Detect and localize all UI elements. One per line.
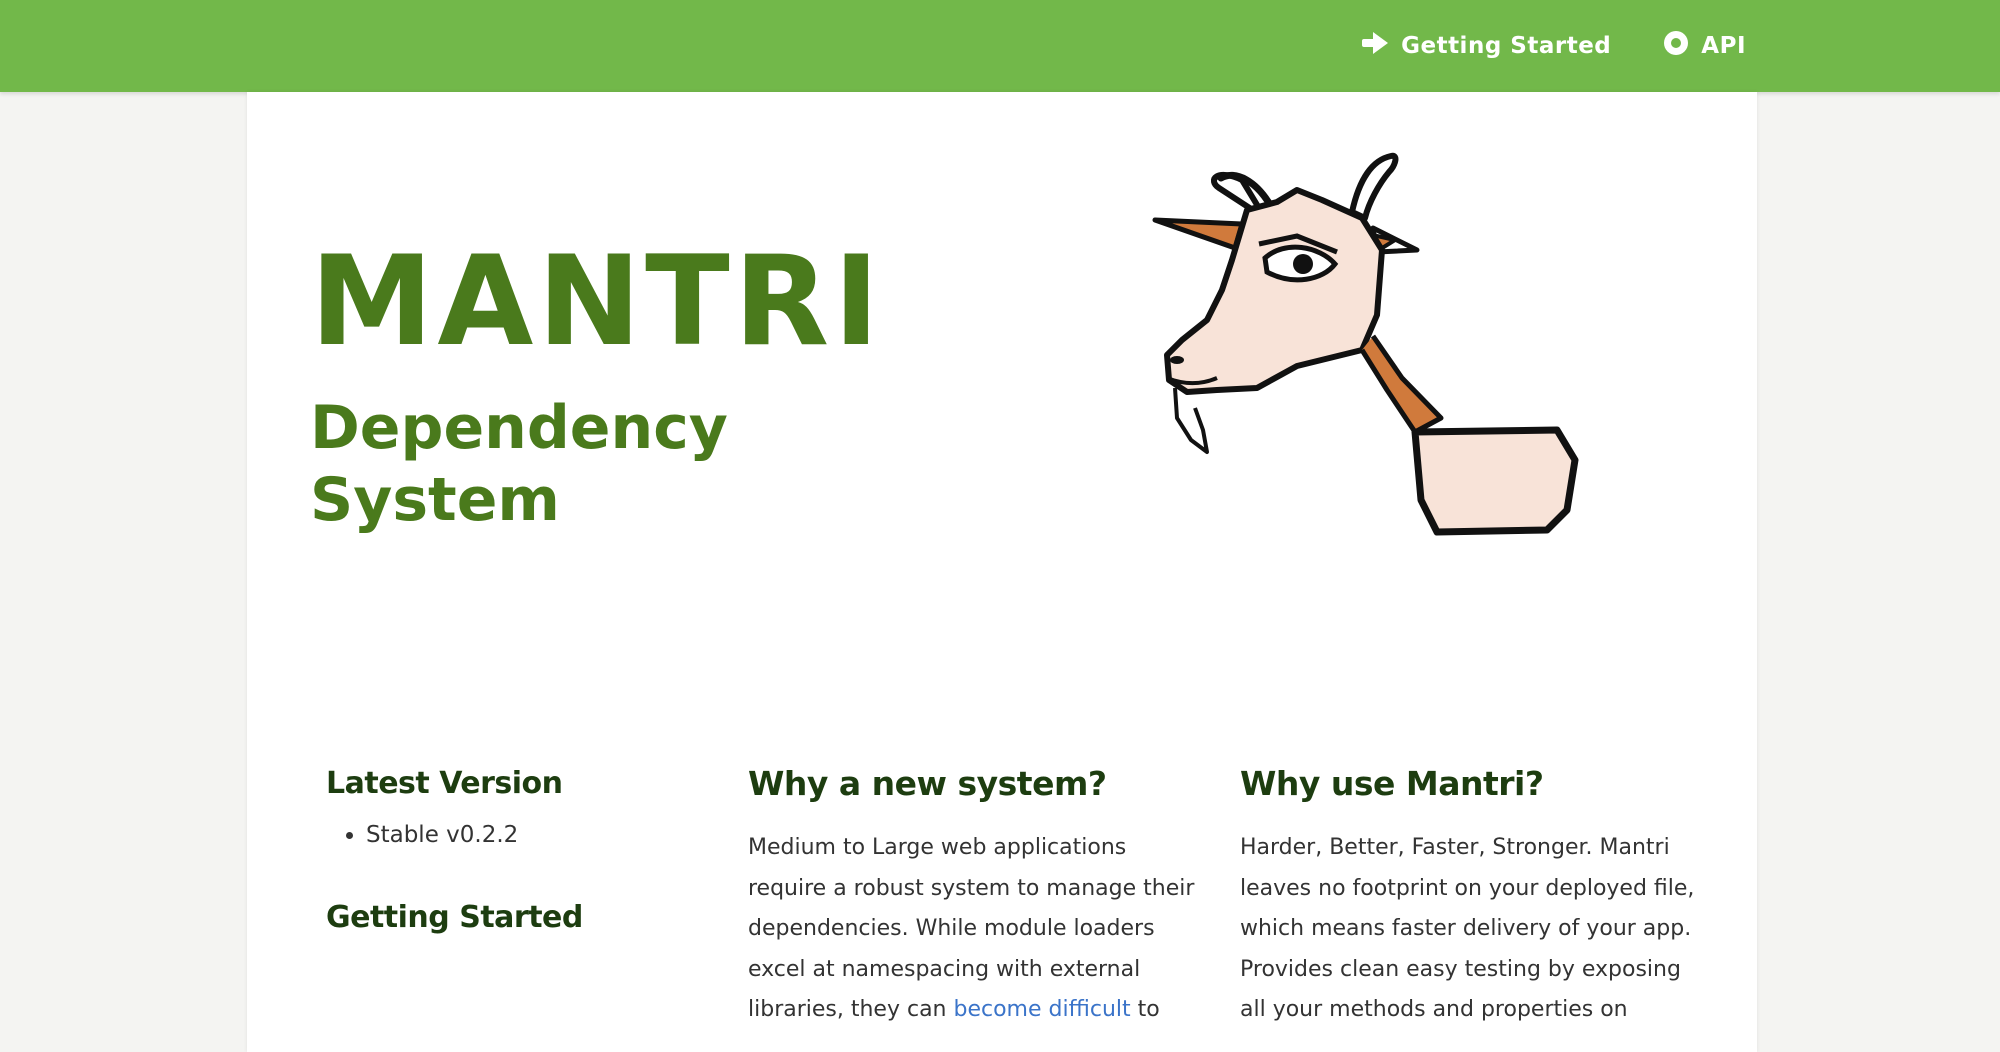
why-new-system-text: Medium to Large web applications require… [748,828,1208,1031]
why-new-system-body-end: to [1130,997,1160,1022]
latest-version-list: Stable v0.2.2 [326,818,686,852]
nav-api-link[interactable]: API [1663,30,1746,62]
why-new-system-body: Medium to Large web applications require… [748,835,1195,1022]
circle-dot-icon [1663,30,1689,62]
nav-api-label: API [1701,33,1746,59]
top-nav: Getting Started API [1309,30,1746,62]
nav-getting-started-link[interactable]: Getting Started [1361,31,1611,61]
latest-version-item: Stable v0.2.2 [366,818,686,852]
nav-getting-started-label: Getting Started [1401,33,1612,59]
column-latest-version: Latest Version Stable v0.2.2 Getting Sta… [326,764,686,938]
why-use-mantri-text: Harder, Better, Faster, Stronger. Mantri… [1240,835,1695,1022]
top-nav-bar: Getting Started API [0,0,2000,92]
hero-subtitle: Dependency System [310,393,728,535]
why-use-mantri-heading: Why use Mantri? [1240,764,1544,803]
getting-started-heading: Getting Started [326,900,583,935]
arrow-right-icon [1361,31,1389,61]
column-why-new-system: Why a new system? Medium to Large web ap… [748,764,1208,1031]
content-card: MANTRI Dependency System Latest Version … [247,92,1757,1052]
why-new-system-heading: Why a new system? [748,764,1107,803]
goat-logo [1152,152,1579,536]
column-why-use-mantri: Why use Mantri? Harder, Better, Faster, … [1240,764,1700,1031]
latest-version-heading: Latest Version [326,766,563,801]
hero-title: MANTRI [310,230,884,374]
why-new-system-link[interactable]: become difficult [954,997,1131,1022]
